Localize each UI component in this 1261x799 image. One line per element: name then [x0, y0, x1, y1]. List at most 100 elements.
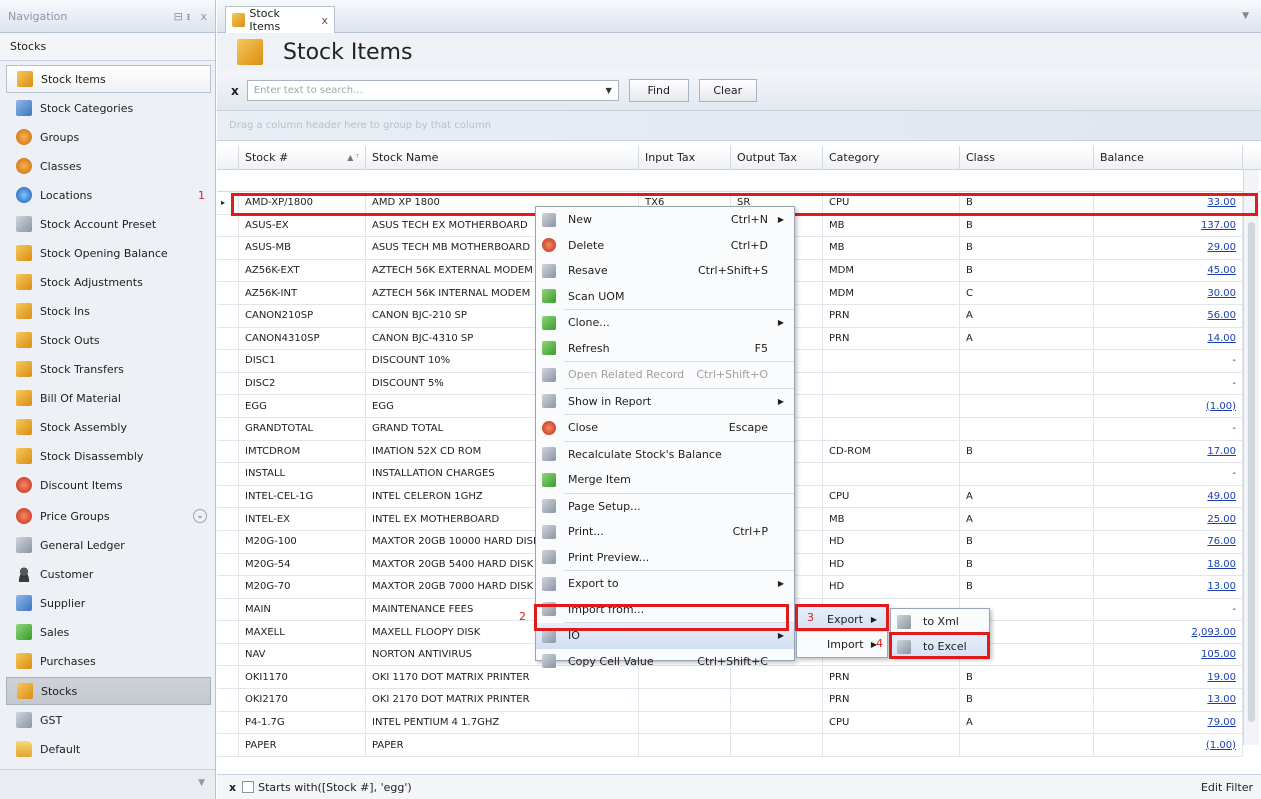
group-panel[interactable]: Drag a column header here to group by th…: [217, 111, 1261, 141]
find-button[interactable]: Find: [628, 79, 689, 102]
nav-module-default[interactable]: Default: [6, 735, 211, 763]
nav-item-stock-disassembly[interactable]: Stock Disassembly: [6, 442, 211, 470]
menu-item-refresh[interactable]: Refresh F5: [536, 336, 794, 362]
sort-ascending-icon[interactable]: ▲ ᵀ: [347, 153, 359, 162]
table-cell[interactable]: 56.00: [1094, 304, 1243, 327]
row-indicator[interactable]: [217, 485, 239, 508]
table-row[interactable]: P4-1.7G INTEL PENTIUM 4 1.7GHZ CPU A 79.00: [217, 711, 1243, 735]
menu-item-clone[interactable]: Clone... ▶: [536, 310, 794, 336]
nav-item-stock-adjustments[interactable]: Stock Adjustments: [6, 268, 211, 296]
nav-item-bill-of-material[interactable]: Bill Of Material: [6, 384, 211, 412]
nav-item-stock-ins[interactable]: Stock Ins: [6, 297, 211, 325]
table-cell[interactable]: 14.00: [1094, 327, 1243, 350]
row-indicator[interactable]: [217, 711, 239, 734]
nav-module-stocks[interactable]: Stocks: [6, 677, 211, 705]
row-indicator[interactable]: [217, 621, 239, 643]
row-indicator[interactable]: [217, 440, 239, 463]
row-indicator[interactable]: [217, 666, 239, 689]
close-icon[interactable]: x: [200, 10, 207, 23]
menu-item-scan-uom[interactable]: Scan UOM: [536, 284, 794, 310]
tab-close-icon[interactable]: x: [321, 14, 328, 27]
nav-item-stock-categories[interactable]: Stock Categories: [6, 94, 211, 122]
menu-item-show-in-report[interactable]: Show in Report ▶: [536, 389, 794, 415]
table-cell[interactable]: 79.00: [1094, 711, 1243, 734]
menu-item-resave[interactable]: Resave Ctrl+Shift+S: [536, 258, 794, 284]
filter-clear-icon[interactable]: x: [229, 781, 236, 794]
to-excel-menu-item[interactable]: to Excel: [891, 634, 989, 659]
tab-stock-items[interactable]: Stock Items x: [225, 6, 335, 33]
table-cell[interactable]: 33.00: [1094, 192, 1243, 214]
search-input[interactable]: Enter text to search... ▼: [246, 80, 619, 101]
row-indicator[interactable]: [217, 417, 239, 440]
row-indicator[interactable]: [217, 259, 239, 282]
column-header-stock-no[interactable]: Stock # ▲ ᵀ: [239, 146, 366, 169]
row-indicator[interactable]: [217, 237, 239, 259]
column-header-stock-name[interactable]: Stock Name: [366, 146, 639, 169]
table-cell[interactable]: 18.00: [1094, 553, 1243, 576]
row-indicator[interactable]: [217, 508, 239, 530]
table-row[interactable]: OKI2170 OKI 2170 DOT MATRIX PRINTER PRN B 13…: [217, 689, 1243, 712]
nav-module-customer[interactable]: Customer: [6, 560, 211, 588]
auto-filter-row[interactable]: [217, 170, 1261, 192]
row-indicator[interactable]: [217, 576, 239, 598]
table-cell[interactable]: 17.00: [1094, 440, 1243, 463]
nav-item-stock-items[interactable]: Stock Items: [6, 65, 211, 93]
nav-item-discount-items[interactable]: Discount Items: [6, 471, 211, 499]
row-indicator[interactable]: [217, 214, 239, 237]
row-indicator[interactable]: [217, 350, 239, 372]
table-cell[interactable]: (1.00): [1094, 734, 1243, 756]
nav-module-price-groups[interactable]: Price Groups ⌄: [6, 502, 211, 530]
row-indicator[interactable]: [217, 553, 239, 576]
table-cell[interactable]: 13.00: [1094, 689, 1243, 711]
row-indicator[interactable]: [217, 530, 239, 553]
menu-item-import-from[interactable]: Import from...: [536, 597, 794, 623]
table-cell[interactable]: 2,093.00: [1094, 621, 1243, 643]
menu-item-print-preview[interactable]: Print Preview...: [536, 545, 794, 571]
row-indicator[interactable]: [217, 598, 239, 621]
column-header-category[interactable]: Category: [823, 146, 960, 169]
row-indicator[interactable]: [217, 304, 239, 327]
table-cell[interactable]: 13.00: [1094, 576, 1243, 598]
tab-dropdown-icon[interactable]: ▼: [1242, 11, 1249, 21]
column-header-balance[interactable]: Balance: [1094, 146, 1243, 169]
row-indicator[interactable]: [217, 327, 239, 350]
menu-item-page-setup[interactable]: Page Setup...: [536, 494, 794, 520]
table-cell[interactable]: 29.00: [1094, 237, 1243, 259]
nav-item-stock-assembly[interactable]: Stock Assembly: [6, 413, 211, 441]
nav-item-stock-transfers[interactable]: Stock Transfers: [6, 355, 211, 383]
table-cell[interactable]: 25.00: [1094, 508, 1243, 530]
row-indicator[interactable]: [217, 689, 239, 711]
import-menu-item[interactable]: Import ▶: [797, 632, 887, 657]
expand-icon[interactable]: ⌄: [193, 509, 207, 523]
table-cell[interactable]: 105.00: [1094, 643, 1243, 666]
row-indicator[interactable]: [217, 372, 239, 395]
column-header-output-tax[interactable]: Output Tax: [731, 146, 823, 169]
nav-module-general-ledger[interactable]: General Ledger: [6, 531, 211, 559]
menu-item-io[interactable]: IO ▶: [536, 623, 794, 649]
row-indicator[interactable]: [217, 734, 239, 756]
table-cell[interactable]: (1.00): [1094, 395, 1243, 417]
search-clear-icon[interactable]: x: [231, 84, 239, 98]
row-indicator[interactable]: [217, 282, 239, 304]
table-cell[interactable]: 30.00: [1094, 282, 1243, 304]
vertical-scrollbar[interactable]: [1243, 170, 1259, 745]
menu-item-copy-cell-value[interactable]: Copy Cell Value Ctrl+Shift+C: [536, 649, 794, 675]
menu-item-close[interactable]: Close Escape: [536, 415, 794, 441]
nav-item-stock-outs[interactable]: Stock Outs: [6, 326, 211, 354]
menu-item-export-to[interactable]: Export to ▶: [536, 571, 794, 597]
row-indicator[interactable]: [217, 643, 239, 666]
filter-enable-checkbox[interactable]: [242, 781, 255, 793]
nav-module-sales[interactable]: Sales: [6, 618, 211, 646]
menu-item-merge-item[interactable]: Merge Item: [536, 467, 794, 493]
nav-item-stock-opening-balance[interactable]: Stock Opening Balance: [6, 239, 211, 267]
table-row[interactable]: PAPER PAPER (1.00): [217, 734, 1243, 757]
nav-module-supplier[interactable]: Supplier: [6, 589, 211, 617]
chevron-down-icon[interactable]: ▼: [198, 778, 205, 788]
nav-item-groups[interactable]: Groups: [6, 123, 211, 151]
nav-module-purchases[interactable]: Purchases: [6, 647, 211, 675]
table-cell[interactable]: 137.00: [1094, 214, 1243, 237]
row-indicator[interactable]: [217, 395, 239, 417]
table-cell[interactable]: 49.00: [1094, 485, 1243, 508]
menu-item-recalculate-stock-s-balance[interactable]: Recalculate Stock's Balance: [536, 442, 794, 468]
menu-item-print[interactable]: Print... Ctrl+P: [536, 519, 794, 545]
